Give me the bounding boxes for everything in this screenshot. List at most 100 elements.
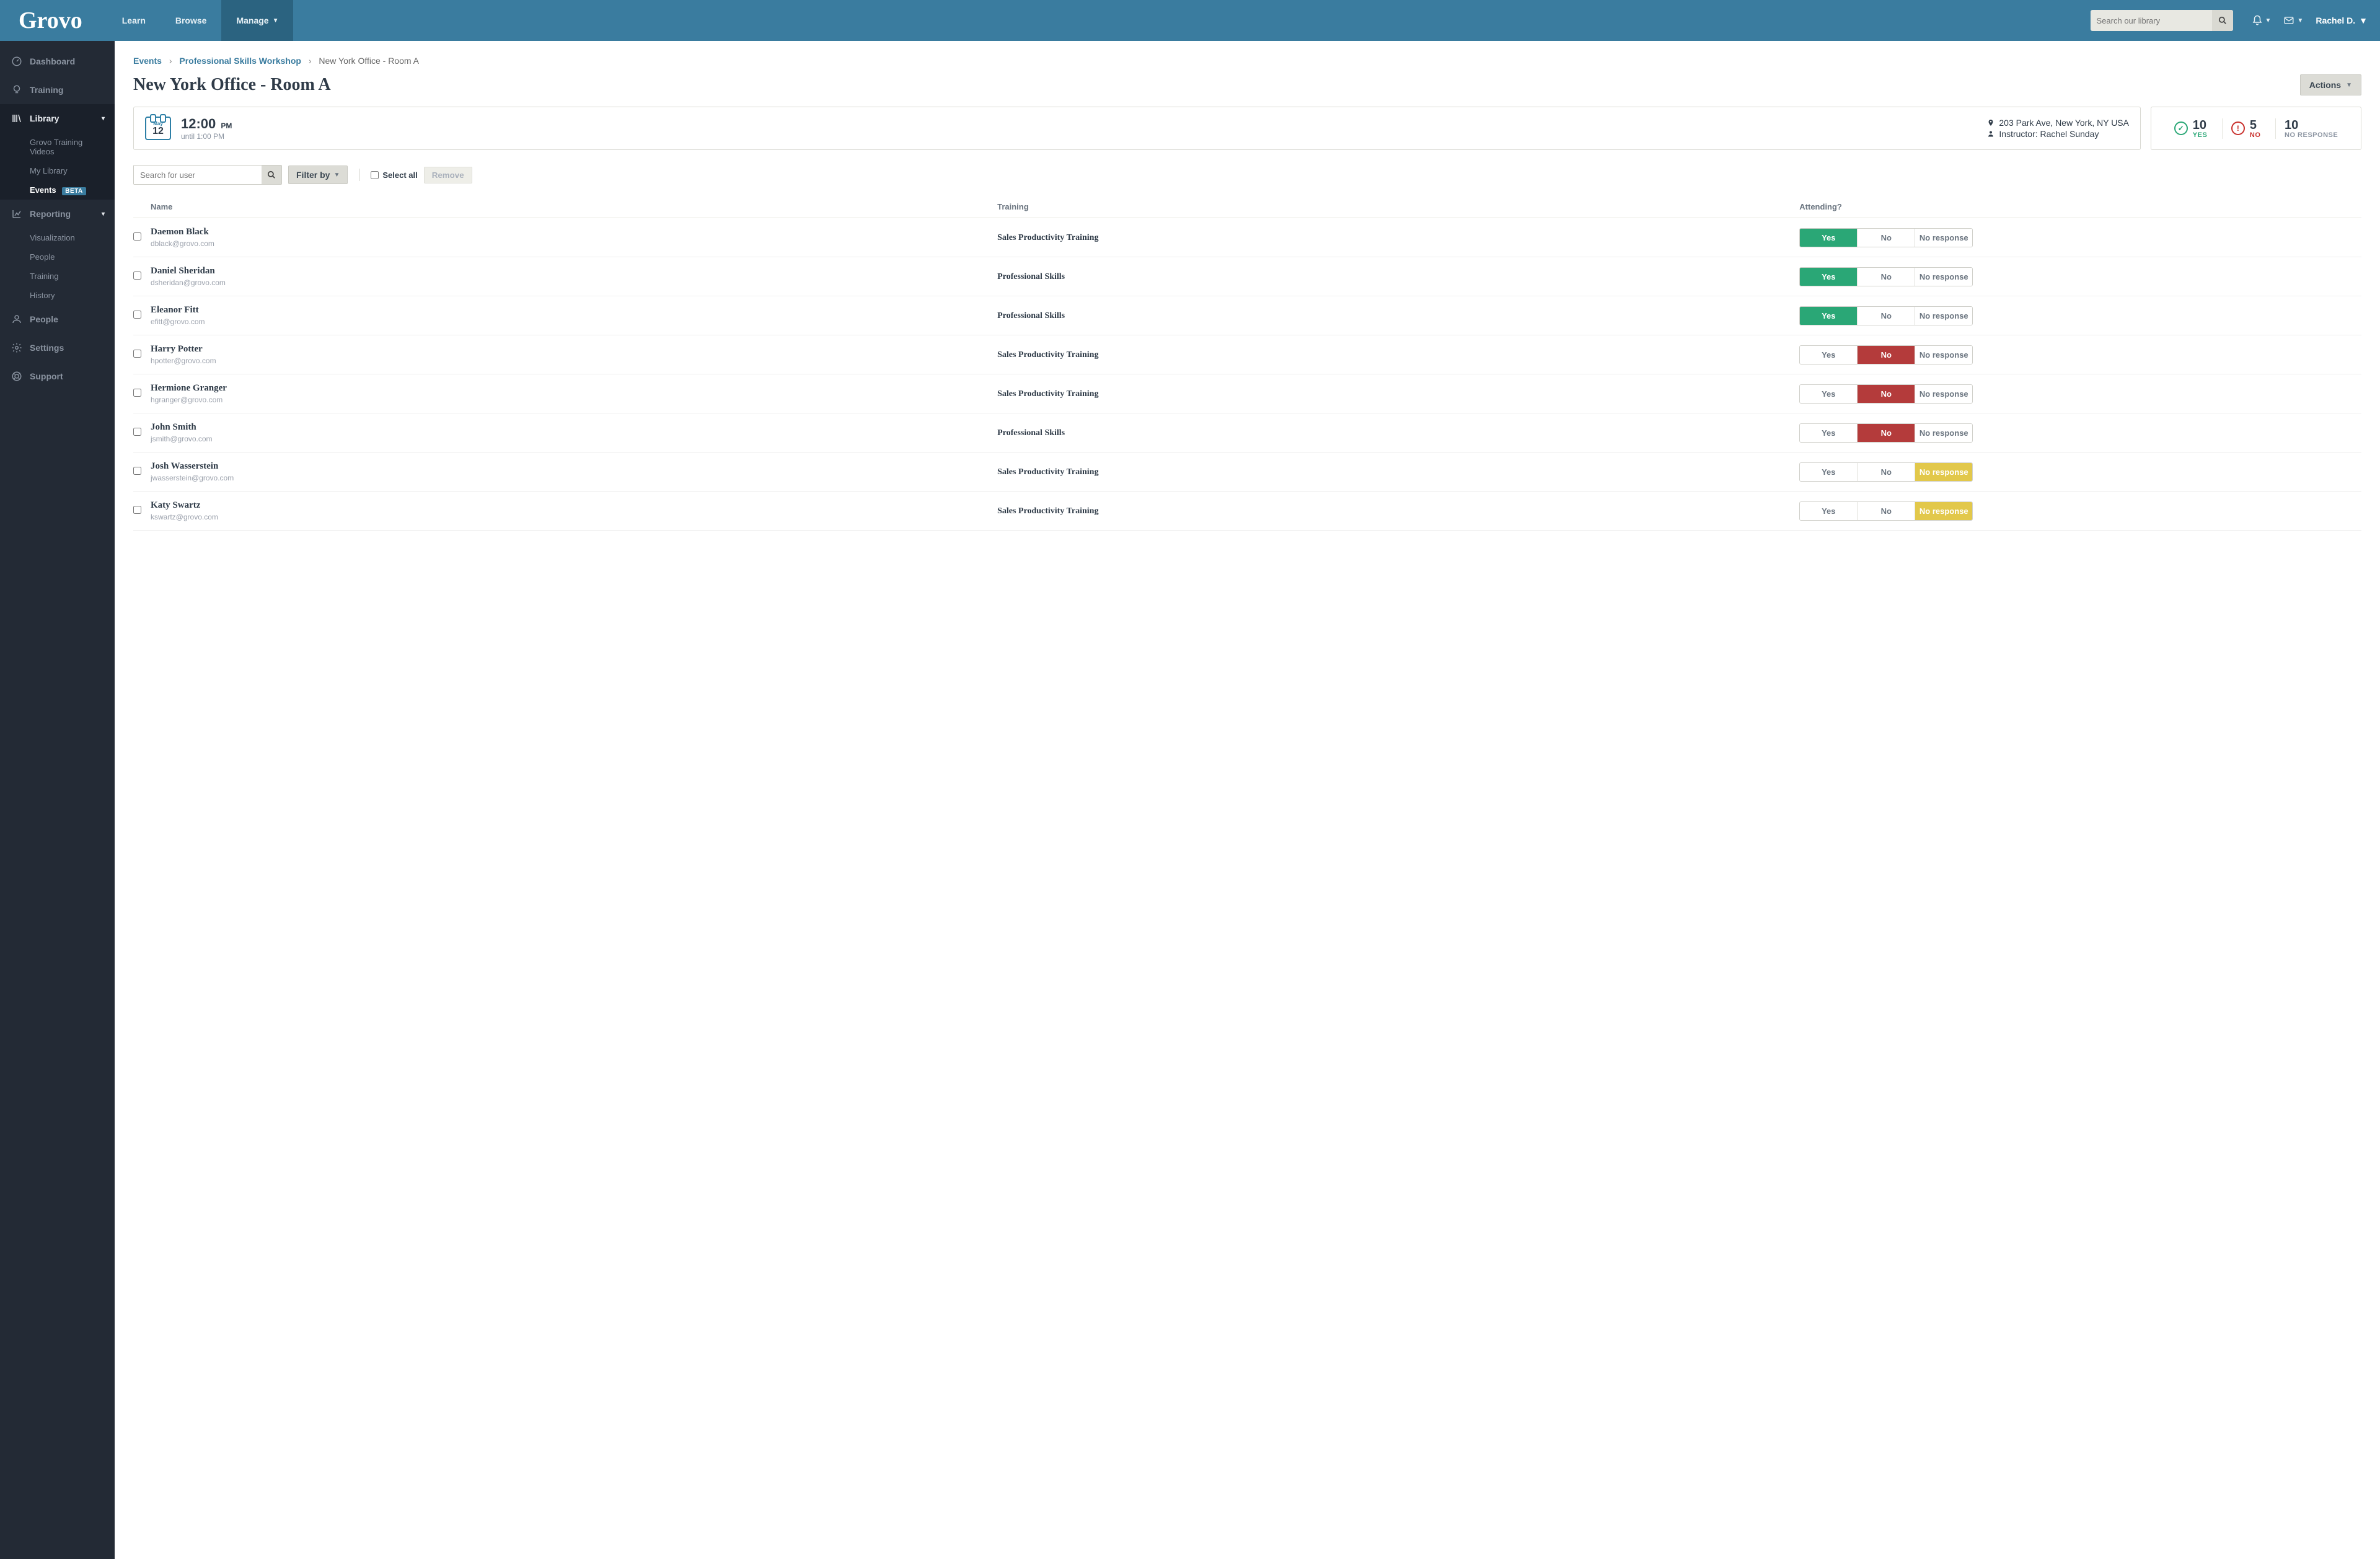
sidebar-item-support[interactable]: Support bbox=[0, 362, 115, 391]
att-yes-button[interactable]: Yes bbox=[1800, 346, 1857, 364]
bulb-icon bbox=[10, 84, 24, 95]
user-search-input[interactable] bbox=[134, 166, 262, 184]
att-noresponse-button[interactable]: No response bbox=[1915, 502, 1972, 520]
actions-dropdown[interactable]: Actions ▼ bbox=[2300, 74, 2361, 95]
row-checkbox[interactable] bbox=[133, 232, 141, 241]
att-no-button[interactable]: No bbox=[1857, 424, 1915, 442]
top-nav: Grovo Learn Browse Manage ▼ ▼ ▼ Rachel D… bbox=[0, 0, 2380, 41]
att-yes-button[interactable]: Yes bbox=[1800, 268, 1857, 286]
att-no-button[interactable]: No bbox=[1857, 385, 1915, 403]
exclaim-icon: ! bbox=[2231, 121, 2245, 135]
sidebar-item-training[interactable]: Training bbox=[0, 76, 115, 104]
att-yes-button[interactable]: Yes bbox=[1800, 229, 1857, 247]
stat-yes: ✓ 10 YES bbox=[2166, 118, 2216, 139]
sidebar-label: Library bbox=[30, 113, 59, 123]
att-no-button[interactable]: No bbox=[1857, 307, 1915, 325]
sidebar-sub-grovo-videos[interactable]: Grovo Training Videos bbox=[0, 133, 115, 161]
att-no-button[interactable]: No bbox=[1857, 463, 1915, 481]
breadcrumb-events[interactable]: Events bbox=[133, 56, 162, 66]
row-checkbox[interactable] bbox=[133, 311, 141, 319]
caret-down-icon: ▼ bbox=[333, 172, 340, 179]
row-checkbox[interactable] bbox=[133, 272, 141, 280]
row-checkbox[interactable] bbox=[133, 428, 141, 436]
row-checkbox[interactable] bbox=[133, 389, 141, 397]
att-no-button[interactable]: No bbox=[1857, 229, 1915, 247]
attendee-training: Sales Productivity Training bbox=[997, 506, 1098, 516]
event-until: until 1:00 PM bbox=[181, 132, 232, 141]
col-attending: Attending? bbox=[1799, 202, 2361, 211]
select-all[interactable]: Select all bbox=[371, 170, 417, 180]
sidebar-item-library[interactable]: Library ▾ bbox=[0, 104, 115, 133]
table-row: Hermione Grangerhgranger@grovo.comSales … bbox=[133, 374, 2361, 413]
event-day: 12 bbox=[152, 126, 164, 136]
sidebar-sub-visualization[interactable]: Visualization bbox=[0, 228, 115, 247]
att-yes-button[interactable]: Yes bbox=[1800, 502, 1857, 520]
tab-learn[interactable]: Learn bbox=[107, 0, 161, 41]
att-noresponse-button[interactable]: No response bbox=[1915, 307, 1972, 325]
filter-dropdown[interactable]: Filter by ▼ bbox=[288, 166, 348, 184]
event-instructor: Instructor: Rachel Sunday bbox=[1985, 129, 2129, 139]
sidebar-item-dashboard[interactable]: Dashboard bbox=[0, 47, 115, 76]
event-time: 12:00 PM bbox=[181, 116, 232, 132]
sidebar-item-reporting[interactable]: Reporting ▾ bbox=[0, 200, 115, 228]
att-noresponse-button[interactable]: No response bbox=[1915, 385, 1972, 403]
sidebar-label: Reporting bbox=[30, 209, 71, 219]
att-noresponse-button[interactable]: No response bbox=[1915, 268, 1972, 286]
attendee-email: jwasserstein@grovo.com bbox=[151, 474, 997, 482]
attendance-stats-panel: ✓ 10 YES ! 5 NO 10 NO RESPO bbox=[2151, 107, 2361, 150]
att-noresponse-button[interactable]: No response bbox=[1915, 346, 1972, 364]
sidebar-sub-history[interactable]: History bbox=[0, 286, 115, 305]
row-checkbox[interactable] bbox=[133, 350, 141, 358]
attendee-name: Eleanor Fitt bbox=[151, 305, 997, 316]
user-search-button[interactable] bbox=[262, 166, 281, 184]
sidebar-item-settings[interactable]: Settings bbox=[0, 333, 115, 362]
user-menu[interactable]: Rachel D. ▼ bbox=[2316, 15, 2368, 25]
caret-down-icon: ▾ bbox=[102, 115, 105, 122]
notifications-dropdown[interactable]: ▼ bbox=[2252, 15, 2272, 26]
filter-label: Filter by bbox=[296, 170, 330, 180]
att-yes-button[interactable]: Yes bbox=[1800, 385, 1857, 403]
row-checkbox[interactable] bbox=[133, 506, 141, 514]
att-yes-button[interactable]: Yes bbox=[1800, 424, 1857, 442]
table-row: Daemon Blackdblack@grovo.comSales Produc… bbox=[133, 218, 2361, 257]
row-checkbox[interactable] bbox=[133, 467, 141, 475]
att-noresponse-button[interactable]: No response bbox=[1915, 229, 1972, 247]
library-search-input[interactable] bbox=[2091, 16, 2212, 25]
sidebar-sub-events[interactable]: Events BETA bbox=[0, 180, 115, 200]
event-address: 203 Park Ave, New York, NY USA bbox=[1985, 118, 2129, 128]
attendee-email: hgranger@grovo.com bbox=[151, 395, 997, 404]
select-all-label: Select all bbox=[382, 170, 417, 180]
library-search-button[interactable] bbox=[2212, 10, 2233, 31]
messages-dropdown[interactable]: ▼ bbox=[2283, 15, 2303, 26]
sidebar-sub-my-library[interactable]: My Library bbox=[0, 161, 115, 180]
remove-button[interactable]: Remove bbox=[424, 167, 472, 183]
library-search bbox=[2091, 10, 2233, 31]
att-yes-button[interactable]: Yes bbox=[1800, 307, 1857, 325]
select-all-checkbox[interactable] bbox=[371, 171, 379, 179]
tab-browse[interactable]: Browse bbox=[161, 0, 222, 41]
col-name: Name bbox=[151, 202, 997, 211]
sidebar-sub-label: Events bbox=[30, 185, 56, 195]
att-noresponse-button[interactable]: No response bbox=[1915, 424, 1972, 442]
beta-badge: BETA bbox=[62, 187, 86, 195]
gauge-icon bbox=[10, 56, 24, 67]
tab-manage[interactable]: Manage ▼ bbox=[221, 0, 293, 41]
sidebar-item-people[interactable]: People bbox=[0, 305, 115, 333]
att-no-button[interactable]: No bbox=[1857, 346, 1915, 364]
sidebar-sub-training[interactable]: Training bbox=[0, 267, 115, 286]
attendee-email: dblack@grovo.com bbox=[151, 239, 997, 248]
mail-icon bbox=[2283, 15, 2294, 26]
attendee-email: dsheridan@grovo.com bbox=[151, 278, 997, 287]
sidebar-sub-people[interactable]: People bbox=[0, 247, 115, 267]
attendee-name: Daemon Black bbox=[151, 227, 997, 237]
att-yes-button[interactable]: Yes bbox=[1800, 463, 1857, 481]
attendance-toggle: YesNoNo response bbox=[1799, 501, 1973, 521]
att-no-button[interactable]: No bbox=[1857, 268, 1915, 286]
attendee-email: jsmith@grovo.com bbox=[151, 435, 997, 443]
att-no-button[interactable]: No bbox=[1857, 502, 1915, 520]
att-noresponse-button[interactable]: No response bbox=[1915, 463, 1972, 481]
table-row: Harry Potterhpotter@grovo.comSales Produ… bbox=[133, 335, 2361, 374]
event-info-panel: May 12 12:00 PM until 1:00 PM 203 Park A… bbox=[133, 107, 2141, 150]
attendance-toggle: YesNoNo response bbox=[1799, 462, 1973, 482]
breadcrumb-workshop[interactable]: Professional Skills Workshop bbox=[179, 56, 301, 66]
